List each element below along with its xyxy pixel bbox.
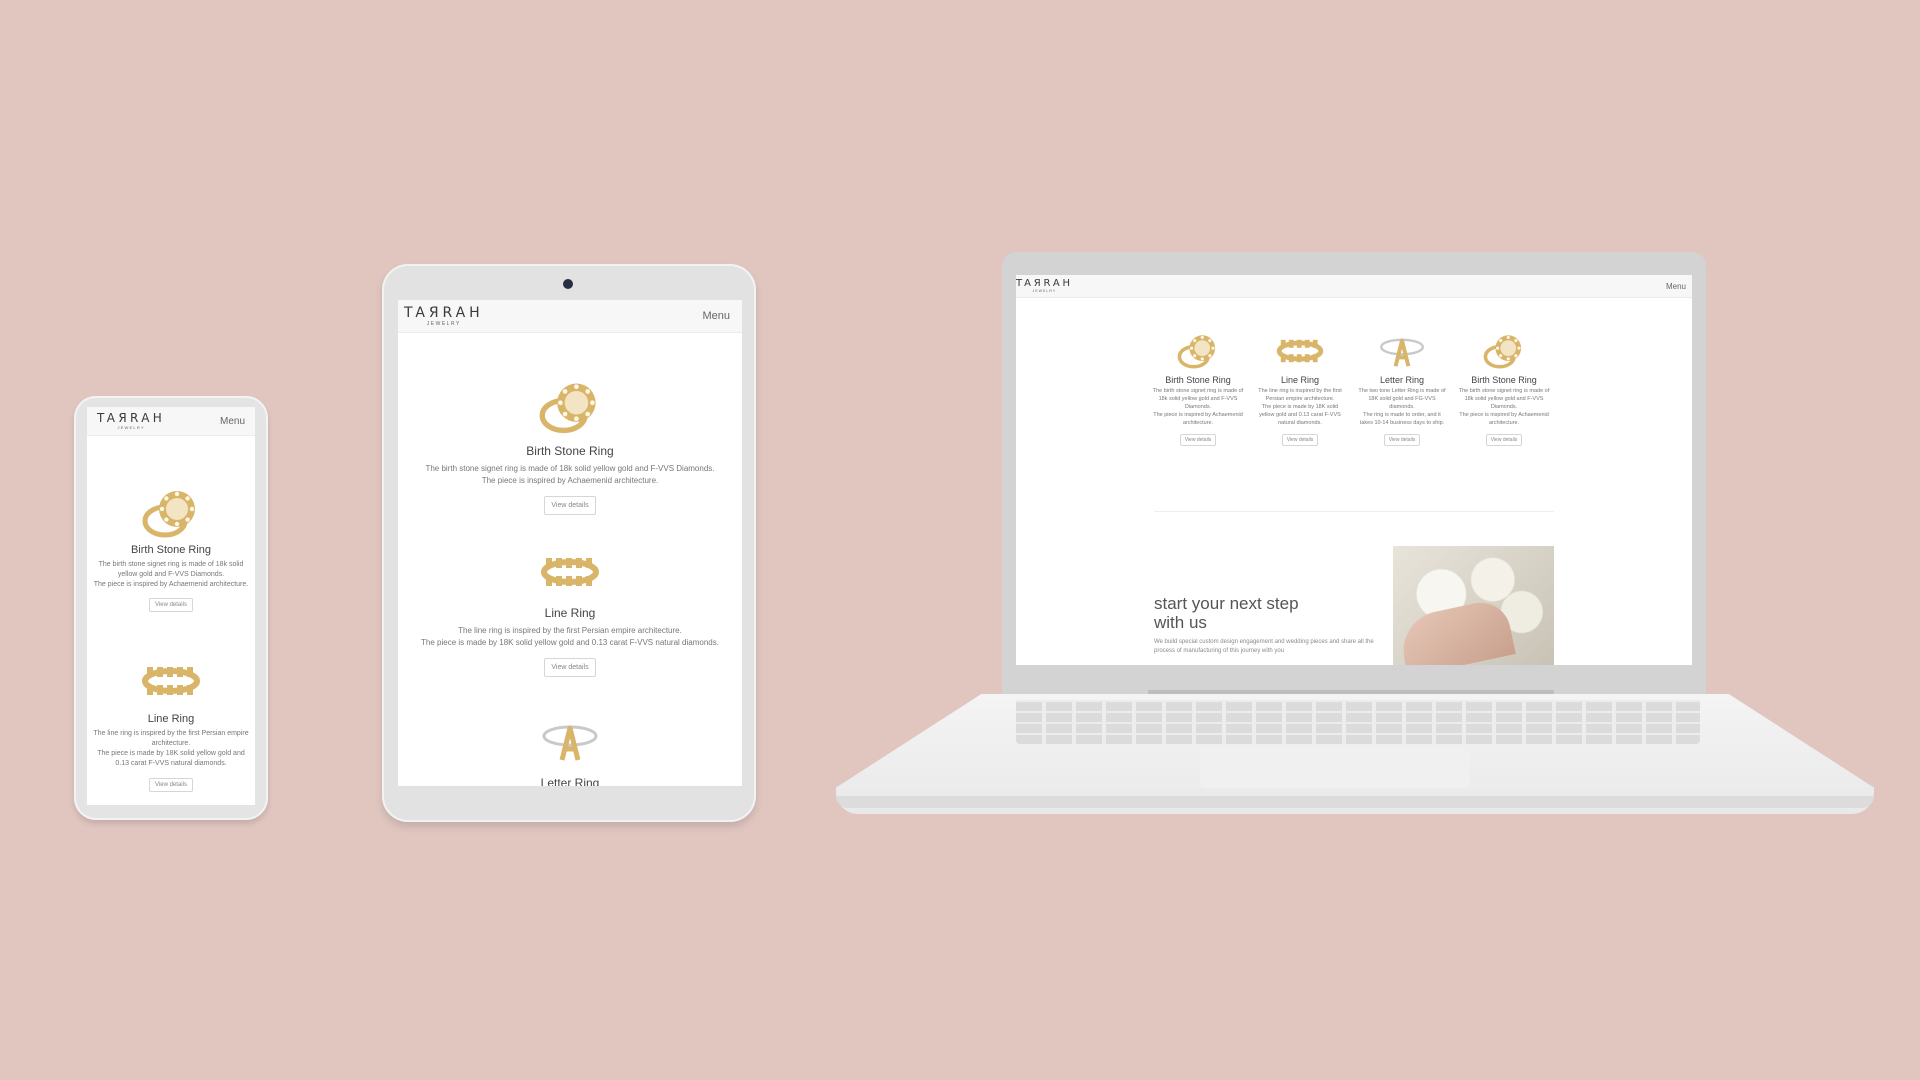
logo-text: TAЯRAH xyxy=(404,304,484,321)
view-details-button[interactable]: View details xyxy=(544,496,596,516)
logo-subtext: JEWELRY xyxy=(426,320,461,327)
product-description: The birth stone signet ring is made of 1… xyxy=(1152,388,1244,426)
product-description: The line ring is inspired by the first P… xyxy=(421,626,719,647)
product-name: Letter Ring xyxy=(1379,375,1425,385)
product-card: Birth Stone Ring The birth stone signet … xyxy=(1152,331,1244,446)
view-details-button[interactable]: View details xyxy=(149,598,193,613)
keyboard-rows xyxy=(1016,700,1700,744)
menu-link[interactable]: Menu xyxy=(702,310,730,322)
logo-subtext: JEWELRY xyxy=(117,425,145,430)
laptop-screen: TAЯRAH JEWELRY Menu Birth Stone Ring The… xyxy=(1016,275,1692,665)
line-ring-icon xyxy=(1276,331,1324,371)
logo-text: TAЯRAH xyxy=(1016,277,1073,289)
product-name: Birth Stone Ring xyxy=(526,444,614,458)
site-header: TAЯRAH JEWELRY Menu xyxy=(1016,275,1692,298)
brand-logo[interactable]: TAЯRAH JEWELRY xyxy=(404,306,484,327)
bridal-bouquet-photo xyxy=(1393,546,1554,665)
product-name: Birth Stone Ring xyxy=(1471,375,1537,385)
product-name: Birth Stone Ring xyxy=(130,544,212,556)
section-divider xyxy=(1154,511,1554,512)
hero-subtitle: We build special custom design engagemen… xyxy=(1154,639,1374,655)
hero-text: start your next step with us We build spe… xyxy=(1154,594,1394,656)
hero-title: start your next step with us xyxy=(1154,594,1299,632)
product-name: Letter Ring xyxy=(540,776,600,786)
product-description: The birth stone signet ring is made of 1… xyxy=(1458,388,1550,426)
brand-logo[interactable]: TAЯRAH JEWELRY xyxy=(97,412,165,430)
product-name: Line Ring xyxy=(147,713,195,725)
view-details-button[interactable]: View details xyxy=(1179,433,1217,446)
view-details-button[interactable]: View details xyxy=(1281,433,1319,446)
product-card: Line Ring The line ring is inspired by t… xyxy=(91,661,251,792)
logo-text: TAЯRAH xyxy=(97,411,166,425)
logo-subtext: JEWELRY xyxy=(1032,288,1057,293)
product-description: The line ring is inspired by the first P… xyxy=(93,730,249,768)
view-details-button[interactable]: View details xyxy=(1485,433,1523,446)
product-description: The birth stone signet ring is made of 1… xyxy=(93,561,249,589)
product-card: Line Ring The line ring is inspired by t… xyxy=(1254,331,1346,446)
line-ring-icon xyxy=(141,661,201,701)
product-card: Letter Ring The two tone Letter Ring is … xyxy=(1356,331,1448,446)
product-card: Birth Stone Ring The birth stone signet … xyxy=(398,376,742,516)
product-card: Letter Ring xyxy=(398,716,742,786)
line-ring-icon xyxy=(539,552,601,592)
phone-screen: TAЯRAH JEWELRY Menu Birth Stone Ring The… xyxy=(87,407,255,805)
product-description: The birth stone signet ring is made of 1… xyxy=(425,464,715,485)
letter-ring-icon xyxy=(1378,331,1426,371)
letter-ring-icon xyxy=(540,716,600,766)
product-name: Line Ring xyxy=(544,606,596,620)
brand-logo[interactable]: TAЯRAH JEWELRY xyxy=(1016,277,1073,294)
menu-link[interactable]: Menu xyxy=(220,416,245,427)
tablet-screen: TAЯRAH JEWELRY Menu Birth Stone Ring The… xyxy=(398,300,742,786)
view-details-button[interactable]: View details xyxy=(149,777,193,792)
product-description: The line ring is inspired by the first P… xyxy=(1258,388,1342,426)
signet-ring-icon xyxy=(1480,331,1528,371)
signet-ring-icon xyxy=(538,376,602,438)
laptop-base-edge xyxy=(836,796,1874,808)
camera-icon xyxy=(563,279,573,289)
product-name: Line Ring xyxy=(1280,375,1320,385)
view-details-button[interactable]: View details xyxy=(1383,433,1421,446)
product-description: The two tone Letter Ring is made of 18K … xyxy=(1358,388,1446,426)
product-name: Birth Stone Ring xyxy=(1165,375,1231,385)
product-card: Birth Stone Ring The birth stone signet … xyxy=(91,485,251,613)
laptop-trackpad[interactable] xyxy=(1200,748,1470,788)
site-header: TAЯRAH JEWELRY Menu xyxy=(398,300,742,333)
product-card: Birth Stone Ring The birth stone signet … xyxy=(1458,331,1550,446)
signet-ring-icon xyxy=(1174,331,1222,371)
product-card: Line Ring The line ring is inspired by t… xyxy=(398,552,742,678)
site-header: TAЯRAH JEWELRY Menu xyxy=(87,407,255,436)
view-details-button[interactable]: View details xyxy=(544,658,596,678)
hand-with-ring-image xyxy=(1396,597,1516,665)
signet-ring-icon xyxy=(141,485,201,541)
menu-link[interactable]: Menu xyxy=(1666,282,1686,291)
